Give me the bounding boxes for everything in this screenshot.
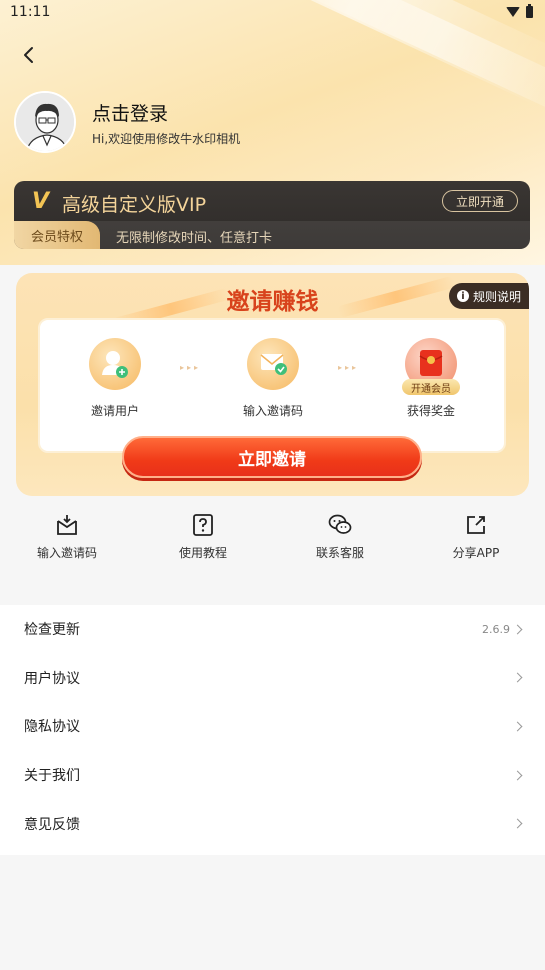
menu-label: 检查更新	[24, 622, 80, 639]
menu-label: 意见反馈	[24, 816, 80, 833]
menu-privacy-agreement[interactable]: 隐私协议	[0, 702, 545, 751]
shortcut-label: 使用教程	[178, 546, 227, 560]
shortcut-tutorial[interactable]: 使用教程	[148, 512, 258, 561]
settings-menu: 检查更新 2.6.9 用户协议 隐私协议 关于我们 意见反馈	[0, 605, 545, 855]
shortcut-label: 输入邀请码	[36, 546, 97, 560]
shortcut-share-app[interactable]: 分享APP	[421, 512, 531, 561]
chevron-right-icon	[512, 672, 523, 683]
shortcut-label: 分享APP	[452, 546, 500, 560]
chevron-right-icon	[512, 818, 523, 829]
code-envelope-icon	[247, 338, 299, 390]
wechat-icon	[328, 514, 352, 534]
vip-card[interactable]: V 高级自定义版VIP 立即开通 会员特权 无限制修改时间、任意打卡	[14, 181, 530, 249]
vip-title: 高级自定义版VIP	[62, 194, 207, 216]
login-title[interactable]: 点击登录	[92, 99, 168, 126]
share-icon	[467, 516, 485, 534]
menu-check-update[interactable]: 检查更新 2.6.9	[0, 605, 545, 654]
back-arrow-icon	[24, 47, 33, 63]
info-icon: i	[456, 290, 469, 302]
step-label: 获得奖金	[406, 404, 455, 418]
status-bar: 11:11	[0, 0, 545, 24]
invite-steps: 邀请用户 ▸▸▸ 输入邀请码 ▸▸▸ 开通会员 获得奖金	[38, 318, 506, 453]
login-subtitle: Hi,欢迎使用修改牛水印相机	[92, 132, 241, 146]
question-icon	[193, 514, 213, 536]
red-envelope-icon: 开通会员	[402, 338, 460, 395]
chevron-right-icon	[512, 770, 523, 781]
battery-icon	[526, 4, 533, 18]
step-get-reward: 开通会员 获得奖金	[376, 338, 486, 419]
status-time: 11:11	[10, 4, 51, 20]
step-arrow: ▸▸▸	[180, 363, 202, 372]
vip-privilege-tag: 会员特权	[14, 221, 100, 249]
step-label: 输入邀请码	[242, 404, 303, 418]
step-invite-user: 邀请用户	[60, 338, 170, 419]
version-value: 2.6.9	[482, 622, 510, 636]
rules-label: 规则说明	[472, 289, 521, 304]
step-badge: 开通会员	[402, 379, 460, 395]
back-button[interactable]	[14, 40, 44, 70]
menu-label: 隐私协议	[24, 719, 80, 736]
shortcut-customer-service[interactable]: 联系客服	[285, 512, 395, 561]
step-arrow: ▸▸▸	[338, 363, 360, 372]
shortcut-label: 联系客服	[315, 546, 364, 560]
invite-card: 邀请赚钱 i 规则说明 邀请用户 ▸▸▸ 输入邀请码 ▸▸▸ 开通会员 获得奖金…	[16, 273, 529, 496]
step-label: 邀请用户	[90, 404, 139, 418]
menu-feedback[interactable]: 意见反馈	[0, 799, 545, 848]
menu-user-agreement[interactable]: 用户协议	[0, 654, 545, 703]
shortcut-row: 输入邀请码 使用教程 联系客服 分享APP	[0, 512, 545, 582]
status-icons	[506, 4, 533, 18]
vip-open-button[interactable]: 立即开通	[442, 190, 518, 212]
wifi-icon	[506, 7, 520, 17]
chevron-right-icon	[512, 721, 523, 732]
chevron-right-icon	[512, 624, 523, 635]
menu-about-us[interactable]: 关于我们	[0, 751, 545, 800]
inbox-download-icon	[57, 515, 77, 535]
vip-privilege-text: 无限制修改时间、任意打卡	[116, 231, 273, 246]
rules-button[interactable]: i 规则说明	[449, 283, 529, 309]
step-enter-code: 输入邀请码	[218, 338, 328, 419]
invite-now-button[interactable]: 立即邀请	[122, 436, 422, 478]
avatar[interactable]	[14, 91, 76, 153]
shortcut-enter-code[interactable]: 输入邀请码	[12, 512, 122, 561]
add-user-icon	[89, 338, 141, 390]
vip-logo-icon: V	[32, 189, 50, 214]
menu-label: 用户协议	[24, 670, 80, 687]
menu-label: 关于我们	[24, 768, 80, 785]
